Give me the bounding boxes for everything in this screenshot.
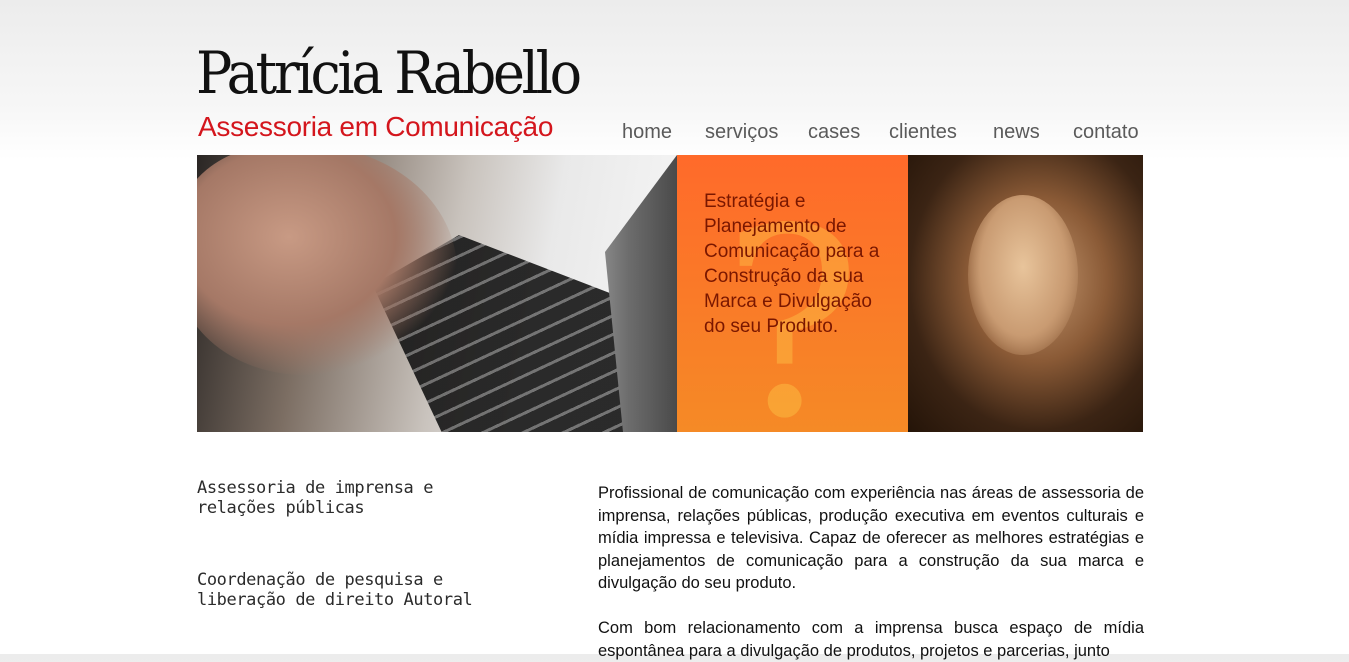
portrait-photo bbox=[908, 155, 1143, 432]
hero-banner: ? Estratégia e Planejamento de Comunicaç… bbox=[197, 155, 1143, 432]
nav-servicos[interactable]: serviços bbox=[705, 121, 778, 144]
nav-clientes[interactable]: clientes bbox=[889, 121, 957, 144]
nav-home[interactable]: home bbox=[622, 121, 672, 144]
page: Patrícia Rabello Assessoria em Comunicaç… bbox=[0, 0, 1349, 660]
nav-contato[interactable]: contato bbox=[1073, 121, 1139, 144]
intro-paragraph-2: Com bom relacionamento com a imprensa bu… bbox=[598, 619, 1144, 660]
banner-tagline: Estratégia e Planejamento de Comunicação… bbox=[704, 191, 880, 337]
service-item: Assessoria de imprensa e relações públic… bbox=[197, 478, 434, 518]
nav-cases[interactable]: cases bbox=[808, 121, 860, 144]
hands-graphic bbox=[197, 155, 457, 375]
brand-name[interactable]: Patrícia Rabello bbox=[196, 44, 582, 102]
portrait-face-graphic bbox=[968, 195, 1078, 355]
laptop-typing-image bbox=[197, 155, 677, 432]
service-item: Coordenação de pesquisa e liberação de d… bbox=[197, 570, 473, 610]
nav-news[interactable]: news bbox=[993, 121, 1040, 144]
intro-paragraph: Profissional de comunicação com experiên… bbox=[598, 484, 1144, 592]
main-nav: home serviços cases clientes news contat… bbox=[0, 121, 1349, 147]
tagline-panel: ? Estratégia e Planejamento de Comunicaç… bbox=[677, 155, 908, 432]
